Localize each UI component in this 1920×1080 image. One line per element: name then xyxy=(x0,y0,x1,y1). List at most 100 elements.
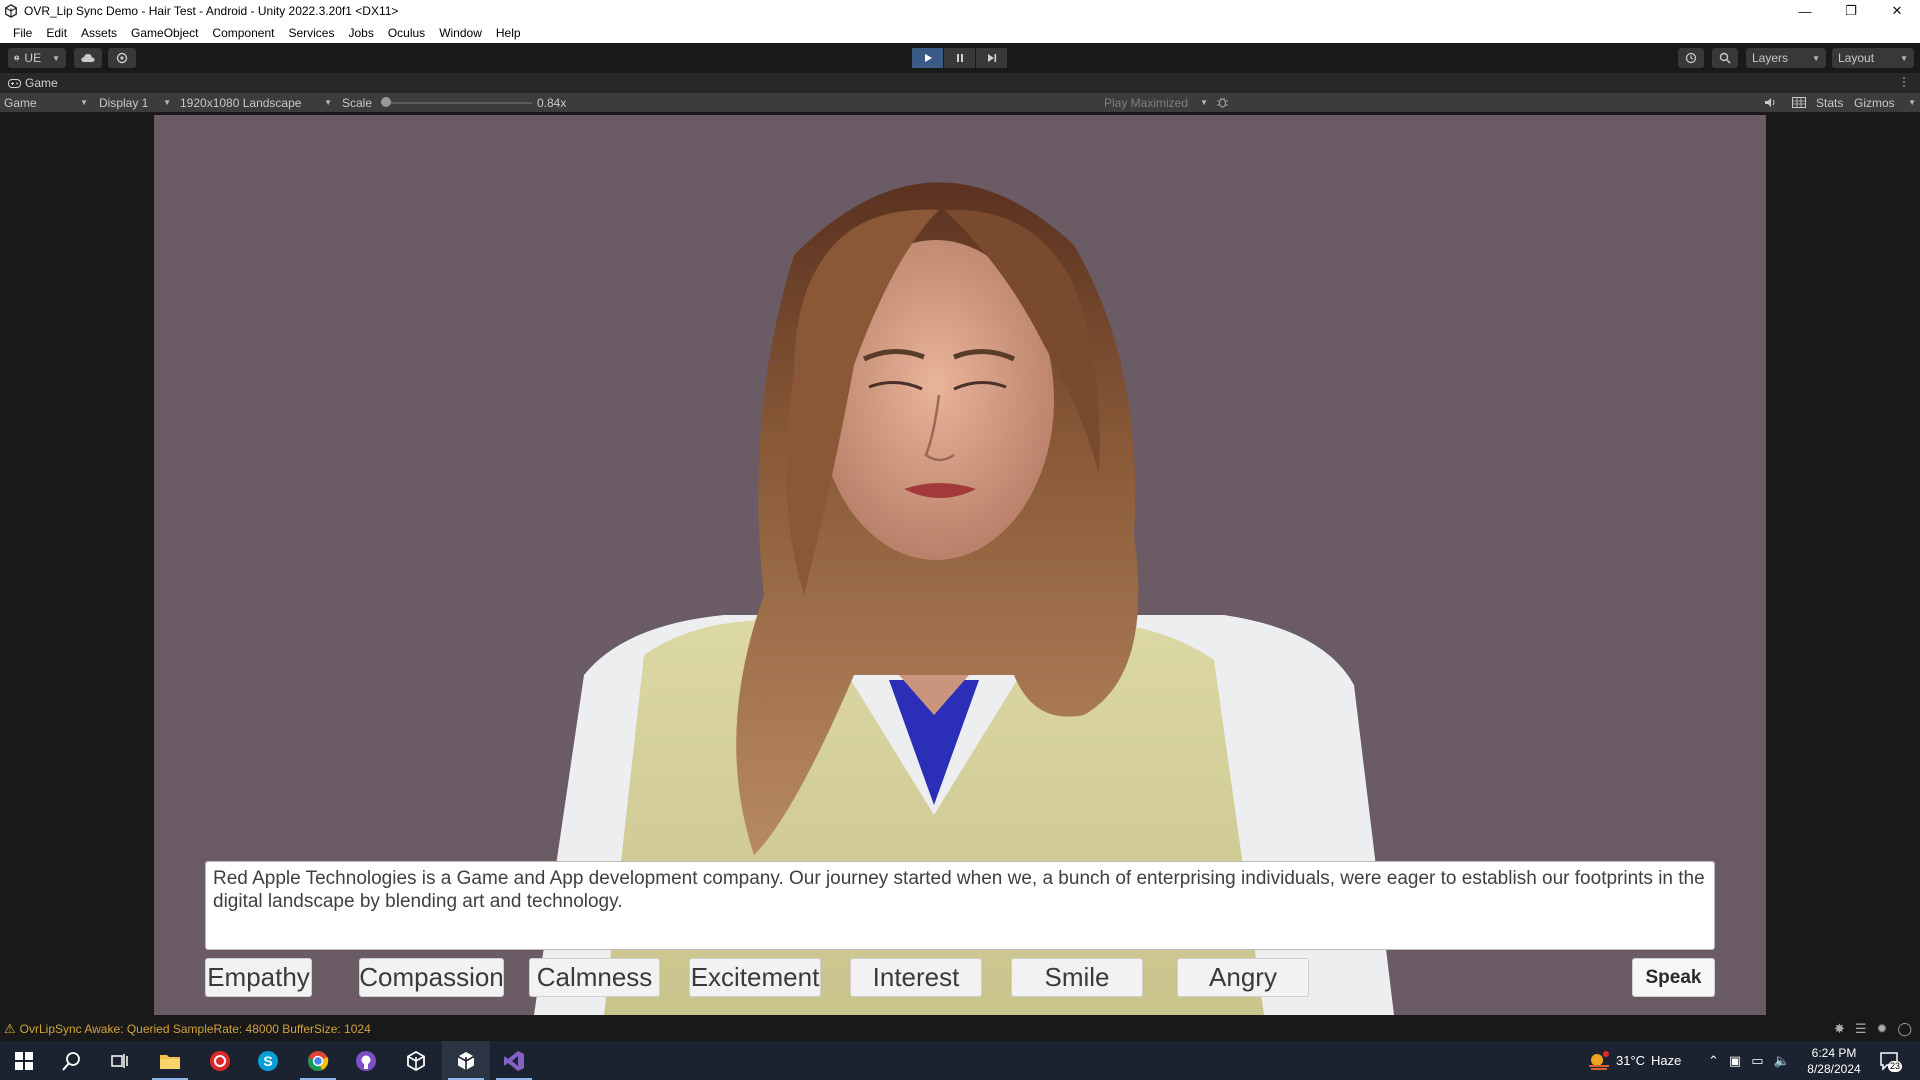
bug-icon xyxy=(1217,97,1228,108)
menu-jobs[interactable]: Jobs xyxy=(341,26,380,40)
pause-button[interactable] xyxy=(944,48,975,68)
calmness-button[interactable]: Calmness xyxy=(529,958,660,997)
cloud-button[interactable] xyxy=(74,48,102,68)
clock-date: 8/28/2024 xyxy=(1807,1062,1861,1076)
layout-dropdown[interactable]: Layout ▼ xyxy=(1832,48,1914,68)
compassion-button[interactable]: Compassion xyxy=(359,958,504,997)
title-bar: OVR_Lip Sync Demo - Hair Test - Android … xyxy=(0,0,1920,22)
speech-text-input[interactable]: Red Apple Technologies is a Game and App… xyxy=(205,861,1715,950)
gamepad-icon xyxy=(8,78,21,88)
close-button[interactable]: ✕ xyxy=(1874,0,1920,22)
chevron-down-icon: ▼ xyxy=(1900,53,1908,63)
menu-gameobject[interactable]: GameObject xyxy=(124,26,205,40)
game-viewport[interactable]: Red Apple Technologies is a Game and App… xyxy=(154,115,1766,1015)
collab-button[interactable] xyxy=(108,48,136,68)
menu-bar: File Edit Assets GameObject Component Se… xyxy=(0,22,1920,43)
view-mode-label: Game xyxy=(4,95,37,110)
play-mode-dropdown[interactable]: Play Maximized ▼ xyxy=(1104,93,1208,112)
unity-logo-icon xyxy=(5,4,17,18)
svg-text:S: S xyxy=(263,1053,272,1069)
taskbar-skype[interactable]: S xyxy=(244,1041,292,1080)
safe-area-button[interactable] xyxy=(1792,93,1806,112)
restore-button[interactable]: ❐ xyxy=(1828,0,1874,22)
window-title: OVR_Lip Sync Demo - Hair Test - Android … xyxy=(24,4,399,18)
gizmos-label: Gizmos xyxy=(1854,95,1895,110)
progress-icon[interactable]: ◯ xyxy=(1897,1021,1912,1037)
view-mode-dropdown[interactable]: Game ▼ xyxy=(4,93,88,112)
menu-edit[interactable]: Edit xyxy=(39,26,74,40)
chevron-up-icon[interactable]: ⌃ xyxy=(1708,1053,1719,1069)
step-icon xyxy=(987,54,996,62)
volume-icon[interactable]: 🔈 xyxy=(1774,1053,1790,1069)
frame-debugger-button[interactable] xyxy=(1216,93,1229,112)
scale-slider-handle[interactable] xyxy=(381,97,391,107)
taskbar-unity-editor[interactable] xyxy=(442,1041,490,1080)
taskbar-file-explorer[interactable] xyxy=(146,1041,194,1080)
gizmos-dropdown[interactable]: Gizmos ▼ xyxy=(1854,93,1916,112)
cache-server-icon[interactable]: ☰ xyxy=(1855,1021,1867,1037)
taskbar-visual-studio[interactable] xyxy=(490,1041,538,1080)
task-view-icon xyxy=(111,1053,128,1068)
display-dropdown[interactable]: Display 1 ▼ xyxy=(99,93,171,112)
menu-oculus[interactable]: Oculus xyxy=(381,26,432,40)
chevron-down-icon: ▼ xyxy=(163,98,171,107)
minimize-button[interactable]: — xyxy=(1782,0,1828,22)
menu-assets[interactable]: Assets xyxy=(74,26,124,40)
weather-widget[interactable]: 31°C Haze xyxy=(1588,1041,1681,1080)
empathy-button[interactable]: Empathy xyxy=(205,958,312,997)
taskbar-red-app[interactable] xyxy=(196,1041,244,1080)
menu-help[interactable]: Help xyxy=(489,26,528,40)
console-status-bar[interactable]: ⚠ OvrLipSync Awake: Queried SampleRate: … xyxy=(0,1017,1920,1041)
history-icon xyxy=(1685,52,1697,64)
excitement-button[interactable]: Excitement xyxy=(689,958,821,997)
speaker-icon xyxy=(1765,98,1775,107)
windows-logo-icon xyxy=(15,1051,33,1070)
menu-services[interactable]: Services xyxy=(281,26,341,40)
account-dropdown[interactable]: UE ▼ xyxy=(8,48,66,68)
weather-description: Haze xyxy=(1651,1053,1682,1068)
menu-component[interactable]: Component xyxy=(205,26,281,40)
smile-button[interactable]: Smile xyxy=(1011,958,1143,997)
settings-icon xyxy=(116,52,128,64)
taskbar-github-desktop[interactable] xyxy=(342,1041,390,1080)
interest-button[interactable]: Interest xyxy=(850,958,982,997)
play-button[interactable] xyxy=(912,48,943,68)
search-button[interactable] xyxy=(1712,48,1738,68)
debug-icon[interactable]: ✸ xyxy=(1834,1021,1845,1037)
account-icon xyxy=(14,55,20,61)
chrome-icon xyxy=(308,1050,329,1071)
game-view: Red Apple Technologies is a Game and App… xyxy=(0,112,1920,1017)
notification-center-button[interactable]: 23 xyxy=(1878,1049,1903,1073)
more-options-icon[interactable]: ⋮ xyxy=(1898,75,1910,89)
resolution-dropdown[interactable]: 1920x1080 Landscape ▼ xyxy=(180,93,332,112)
taskbar-chrome[interactable] xyxy=(294,1041,342,1080)
tab-game[interactable]: Game xyxy=(0,76,58,90)
scale-slider-track[interactable] xyxy=(386,102,532,104)
undo-history-button[interactable] xyxy=(1678,48,1704,68)
menu-window[interactable]: Window xyxy=(432,26,489,40)
auto-generate-lighting-icon[interactable]: ✹ xyxy=(1877,1021,1888,1037)
unity-hub-icon xyxy=(407,1050,425,1071)
network-icon[interactable]: ▭ xyxy=(1751,1053,1763,1069)
cloud-icon xyxy=(81,54,95,62)
display-label: Display 1 xyxy=(99,95,149,110)
start-button[interactable] xyxy=(0,1041,48,1080)
taskbar-search-button[interactable] xyxy=(48,1041,96,1080)
chevron-down-icon: ▼ xyxy=(1908,98,1916,107)
chevron-down-icon: ▼ xyxy=(324,98,332,107)
chevron-down-icon: ▼ xyxy=(1200,98,1208,107)
taskbar-unity-hub[interactable] xyxy=(392,1041,440,1080)
layers-dropdown[interactable]: Layers ▼ xyxy=(1746,48,1826,68)
taskbar-clock[interactable]: 6:24 PM 8/28/2024 xyxy=(1800,1045,1868,1077)
windows-taskbar: S 31°C Haze ⌃ ▣ ▭ 🔈 6:24 PM 8/28/2024 23 xyxy=(0,1041,1920,1080)
speak-button[interactable]: Speak xyxy=(1632,958,1715,997)
stats-toggle[interactable]: Stats xyxy=(1816,93,1843,112)
menu-file[interactable]: File xyxy=(6,26,39,40)
task-view-button[interactable] xyxy=(96,1041,144,1080)
main-toolbar: UE ▼ Layers ▼ Layout ▼ xyxy=(0,43,1920,73)
meet-now-icon[interactable]: ▣ xyxy=(1729,1053,1741,1069)
step-button[interactable] xyxy=(976,48,1007,68)
angry-button[interactable]: Angry xyxy=(1177,958,1309,997)
mute-audio-button[interactable] xyxy=(1764,93,1777,112)
tab-game-label: Game xyxy=(25,76,58,90)
